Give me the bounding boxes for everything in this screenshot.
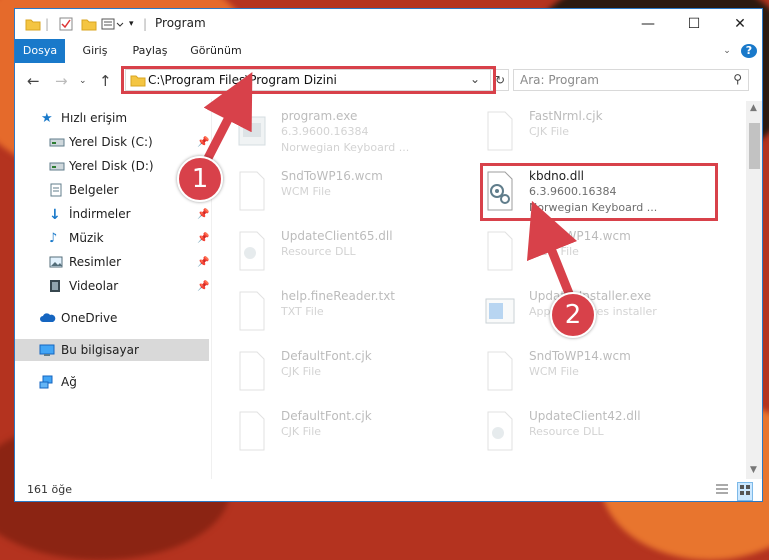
arrow-2: [526, 200, 578, 298]
arrow-1: [201, 71, 253, 165]
step-badge-1: 1: [177, 156, 223, 202]
annotation-arrows: [201, 71, 578, 298]
step-badge-2: 2: [550, 292, 596, 338]
